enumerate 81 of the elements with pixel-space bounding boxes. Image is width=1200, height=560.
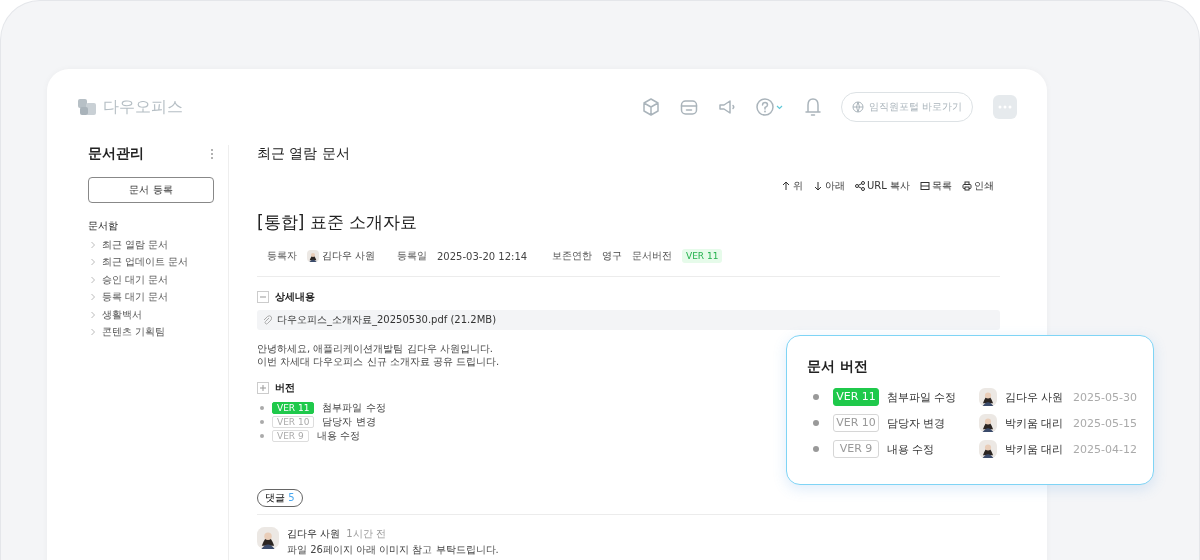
version-note: 담당자 변경 [322,415,376,429]
more-button[interactable] [993,95,1017,119]
paperclip-icon [262,315,272,325]
help-icon[interactable] [754,97,785,117]
version-badge: VER 9 [833,440,879,458]
meta-label: 등록자 [267,249,297,263]
author-name: 박키움 대리 [1005,441,1065,457]
logo-text: 다우오피스 [103,96,183,118]
meta-value: 영구 [602,249,622,263]
version-date: 2025-05-30 [1073,390,1138,404]
section-title: 버전 [275,381,295,395]
toolbar-button[interactable]: 위 [780,179,803,193]
sidebar-item[interactable]: 콘텐츠 기획팀 [88,323,214,341]
body-text-line: 이번 차세대 다우오피스 신규 소개자료 공유 드립니다. [257,355,500,368]
comment-author: 김다우 사원 [287,527,341,541]
version-badge: VER 10 [833,414,879,432]
cube-icon[interactable] [640,97,661,117]
avatar-icon [979,388,997,406]
avatar-icon [979,440,997,458]
meta-label: 보존연한 [552,249,592,263]
bullet-icon [813,394,819,400]
kebab-menu-icon[interactable] [210,148,214,160]
list-icon [920,181,930,191]
bullet-icon [260,420,264,424]
meta-label: 등록일 [397,249,427,263]
toolbar-button[interactable]: 목록 [920,179,952,193]
version-note: 내용 수정 [316,429,360,443]
author-name: 박키움 대리 [1005,415,1065,431]
sidebar-item[interactable]: 등록 대기 문서 [88,288,214,306]
share-icon [854,181,865,191]
version-note: 첨부파일 수정 [322,401,386,415]
version-date: 2025-05-15 [1073,416,1138,430]
up-arrow-icon [780,181,791,191]
sidebar-item[interactable]: 승인 대기 문서 [88,271,214,289]
sidebar-section-title: 문서함 [88,219,119,233]
bullet-icon [813,446,819,452]
version-note: 내용 수정 [887,441,936,457]
document-title: [통합] 표준 소개자료 [257,211,419,234]
meta-label: 문서버전 [632,249,672,263]
version-badge: VER 11 [272,402,315,414]
author-name: 김다우 사원 [1005,389,1065,405]
sidebar-item[interactable]: 최근 업데이트 문서 [88,253,214,271]
print-icon [962,181,972,191]
version-badge: VER 10 [272,416,315,428]
body-text-line: 안녕하세요, 애플리케이션개발팀 김다우 사원입니다. [257,342,493,355]
collapse-icon[interactable] [257,291,269,303]
bell-icon[interactable] [802,96,823,118]
inbox-icon[interactable] [678,97,699,117]
bullet-icon [813,420,819,426]
toolbar-button[interactable]: 아래 [812,179,845,193]
bullet-icon [260,406,264,410]
sidebar-item[interactable]: 최근 열람 문서 [88,236,214,254]
version-tag: VER 11 [682,249,723,263]
meta-value: 김다우 사원 [322,249,376,263]
popup-title: 문서 버전 [807,358,869,376]
logo-icon [77,97,97,117]
sidebar-item[interactable]: 생활백서 [88,306,214,324]
register-button[interactable]: 문서 등록 [88,177,214,203]
toolbar-button[interactable]: 인쇄 [962,179,994,193]
version-note: 담당자 변경 [887,415,947,431]
attachment-link[interactable]: 다우오피스_소개자료_20250530.pdf (21.2MB) [277,313,497,327]
version-badge: VER 11 [833,388,879,406]
globe-icon [851,101,864,113]
section-title: 상세내용 [275,290,315,304]
avatar-icon [257,527,279,549]
comments-button[interactable]: 댓글 5 [257,489,303,507]
page-title: 최근 열람 문서 [257,145,351,163]
speaker-icon[interactable] [716,97,737,117]
sidebar-title: 문서관리 [88,145,144,163]
version-note: 첨부파일 수정 [887,389,958,405]
bullet-icon [260,434,264,438]
down-arrow-icon [812,181,823,191]
meta-value: 2025-03-20 12:14 [437,250,528,262]
comment-text: 파일 26페이지 아래 이미지 참고 부탁드립니다. [287,543,499,557]
version-badge: VER 9 [272,430,309,442]
expand-icon[interactable] [257,382,269,394]
comment-time: 1시간 전 [346,527,386,541]
avatar-icon [307,250,319,262]
toolbar-button[interactable]: URL 복사 [854,179,910,193]
version-date: 2025-04-12 [1073,442,1138,456]
avatar-icon [979,414,997,432]
